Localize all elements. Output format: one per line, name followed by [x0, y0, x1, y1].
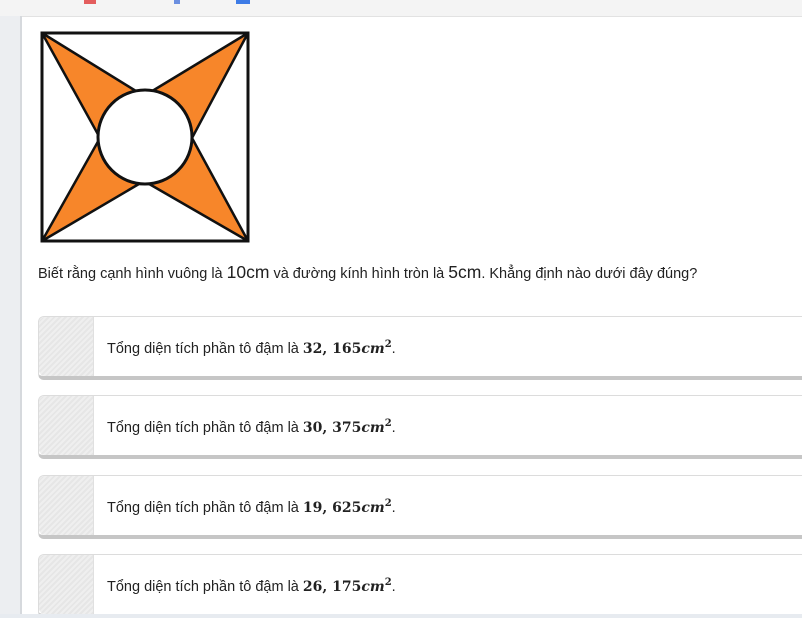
option-text: Tổng diện tích phần tô đậm là 19, 625cm2…	[107, 498, 396, 516]
option-power: 2	[384, 498, 392, 509]
option-marker	[39, 396, 94, 455]
answer-option-4[interactable]: Tổng diện tích phần tô đậm là 26, 175cm2…	[38, 554, 802, 618]
question-diameter: 5cm	[448, 262, 482, 282]
question-part-1: Biết rằng cạnh hình vuông là	[38, 266, 227, 282]
option-unit: cm	[361, 499, 385, 516]
option-marker	[39, 317, 94, 376]
toolbar-marker-blue	[236, 0, 250, 4]
option-suffix: .	[391, 578, 396, 595]
question-side-length: 10cm	[226, 262, 270, 282]
option-value: 19, 625	[302, 499, 362, 516]
question-part-3: . Khẳng định nào dưới đây đúng?	[481, 266, 698, 282]
question-part-2: và đường kính hình tròn là	[269, 266, 449, 282]
option-text: Tổng diện tích phần tô đậm là 30, 375cm2…	[107, 418, 396, 436]
option-power: 2	[384, 418, 392, 429]
answer-option-2[interactable]: Tổng diện tích phần tô đậm là 30, 375cm2…	[38, 395, 802, 459]
option-marker	[39, 555, 94, 614]
option-power: 2	[384, 577, 392, 588]
toolbar-marker-red	[84, 0, 96, 4]
browser-toolbar	[0, 0, 802, 17]
option-unit: cm	[361, 578, 385, 595]
left-rail-border	[20, 16, 22, 618]
option-prefix: Tổng diện tích phần tô đậm là	[107, 499, 303, 516]
option-value: 26, 175	[302, 578, 362, 595]
option-power: 2	[384, 339, 392, 350]
option-suffix: .	[391, 499, 396, 516]
option-unit: cm	[361, 340, 385, 357]
option-suffix: .	[391, 419, 396, 436]
option-unit: cm	[361, 419, 385, 436]
option-value: 30, 375	[302, 419, 362, 436]
question-text: Biết rằng cạnh hình vuông là 10cm và đườ…	[38, 262, 798, 284]
geometry-figure	[40, 31, 250, 243]
answer-option-1[interactable]: Tổng diện tích phần tô đậm là 32, 165cm2…	[38, 316, 802, 380]
option-marker	[39, 476, 94, 535]
answer-option-3[interactable]: Tổng diện tích phần tô đậm là 19, 625cm2…	[38, 475, 802, 539]
circle	[96, 88, 194, 186]
bottom-strip	[0, 614, 802, 618]
option-value: 32, 165	[302, 340, 362, 357]
option-text: Tổng diện tích phần tô đậm là 32, 165cm2…	[107, 339, 396, 357]
option-prefix: Tổng diện tích phần tô đậm là	[107, 578, 303, 595]
toolbar-marker-blue-small	[174, 0, 180, 4]
left-rail	[0, 16, 20, 618]
option-prefix: Tổng diện tích phần tô đậm là	[107, 340, 303, 357]
option-text: Tổng diện tích phần tô đậm là 26, 175cm2…	[107, 577, 396, 595]
option-prefix: Tổng diện tích phần tô đậm là	[107, 419, 303, 436]
option-suffix: .	[391, 340, 396, 357]
